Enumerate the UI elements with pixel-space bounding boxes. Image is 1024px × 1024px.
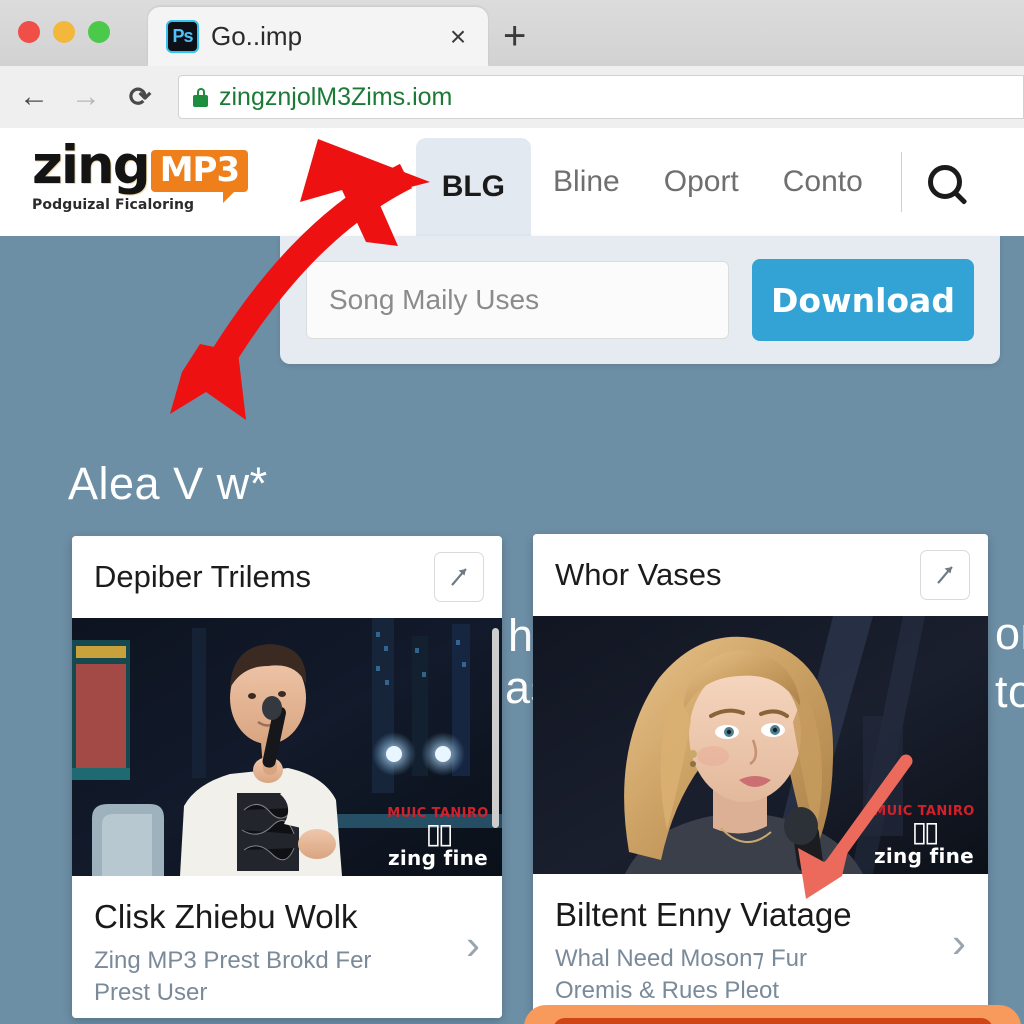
card-thumbnail: MUIC TANIRO ▯▯ zing fine — [72, 618, 502, 876]
browser-toolbar: ← → ⟳ zingznjolM3Zims.iom — [0, 66, 1024, 128]
site-navigation: Bly BLG Bline Oport Conto — [330, 128, 982, 236]
background-text-fragment-3: or — [995, 608, 1024, 659]
logo-tagline: Podguizal Ficaloring — [32, 197, 195, 213]
address-bar[interactable]: zingznjolM3Zims.iom — [178, 75, 1024, 119]
content-card[interactable]: Depiber Trilems MUIC TANIRO ▯▯ zing fine… — [72, 536, 502, 1018]
reload-icon[interactable]: ⟳ — [118, 75, 162, 119]
window-traffic-lights[interactable] — [18, 21, 110, 43]
page-title: Alea V w* — [68, 458, 268, 509]
content-card[interactable]: Whor Vases MUIC TANIRO ▯▯ zing fine Bilt… — [533, 534, 988, 1018]
download-cta-button[interactable]: Doswnload button — [552, 1017, 993, 1024]
card-body-title: Biltent Enny Viatage — [555, 896, 852, 933]
close-tab-icon[interactable]: × — [442, 22, 474, 51]
nav-item-blg[interactable]: BLG — [415, 138, 532, 236]
close-window-button[interactable] — [18, 21, 40, 43]
card-body-subtitle: Zing MP3 Prest Brokd Fer Prest User — [94, 947, 372, 1007]
nav-item-oport[interactable]: Oport — [642, 128, 761, 236]
nav-item-conto[interactable]: Conto — [761, 128, 885, 236]
maximize-window-button[interactable] — [88, 21, 110, 43]
card-header-title: Depiber Trilems — [94, 559, 312, 594]
thumbnail-image — [72, 618, 502, 876]
background-text-fragment-1: h — [508, 610, 534, 661]
nav-item-bline[interactable]: Bline — [531, 128, 642, 236]
photoshop-favicon-icon: Ps — [166, 20, 199, 53]
download-button[interactable]: Download — [752, 259, 974, 341]
browser-tab[interactable]: Ps Go..imp × — [148, 7, 488, 66]
forward-arrow-icon[interactable]: → — [64, 75, 108, 119]
nav-item-bly[interactable]: Bly — [330, 128, 416, 236]
card-body-subtitle: Whal Need Moson⁊ Fur Oremis & Rues Pleot — [555, 945, 808, 1005]
minimize-window-button[interactable] — [53, 21, 75, 43]
address-bar-url: zingznjolM3Zims.iom — [219, 82, 453, 111]
search-icon — [927, 165, 962, 199]
chevron-right-icon[interactable]: › — [466, 924, 480, 966]
card-header-title: Whor Vases — [555, 557, 722, 592]
screenshot-root: Ps Go..imp × + ← → ⟳ zingznjolM3Zims.iom — [0, 0, 1024, 1024]
lock-icon — [193, 87, 208, 107]
site-logo[interactable]: zing MP3 Podguizal Ficaloring — [32, 135, 249, 213]
browser-chrome: Ps Go..imp × + ← → ⟳ zingznjolM3Zims.iom — [0, 0, 1024, 128]
card-header: Depiber Trilems — [72, 536, 502, 618]
browser-tab-title: Go..imp — [211, 21, 303, 51]
download-cta-highlight: Doswnload button — [524, 1005, 1021, 1024]
background-text-fragment-4: to — [995, 666, 1024, 717]
share-arrow-icon[interactable] — [920, 550, 970, 600]
download-panel: Song Maily Uses Download — [280, 236, 1000, 364]
page-viewport: zing MP3 Podguizal Ficaloring Bly BLG Bl… — [0, 128, 1024, 1024]
card-header: Whor Vases — [533, 534, 988, 616]
site-search-button[interactable] — [902, 128, 982, 236]
logo-wordmark: zing — [32, 135, 151, 196]
share-arrow-icon[interactable] — [434, 552, 484, 602]
back-arrow-icon[interactable]: ← — [12, 75, 56, 119]
card-thumbnail: MUIC TANIRO ▯▯ zing fine — [533, 616, 988, 874]
card-scrollbar[interactable] — [492, 628, 499, 828]
browser-tabstrip: Ps Go..imp × + — [0, 0, 1024, 66]
card-body[interactable]: Clisk Zhiebu Wolk Zing MP3 Prest Brokd F… — [72, 876, 502, 1018]
logo-mp3-badge: MP3 — [150, 150, 249, 203]
card-body-title: Clisk Zhiebu Wolk — [94, 898, 358, 935]
site-header: zing MP3 Podguizal Ficaloring Bly BLG Bl… — [0, 128, 1024, 236]
card-body[interactable]: Biltent Enny Viatage Whal Need Moson⁊ Fu… — [533, 874, 988, 1016]
song-url-input[interactable]: Song Maily Uses — [306, 261, 729, 339]
thumbnail-image — [533, 616, 988, 874]
chevron-right-icon[interactable]: › — [952, 922, 966, 964]
new-tab-button[interactable]: + — [503, 16, 526, 56]
